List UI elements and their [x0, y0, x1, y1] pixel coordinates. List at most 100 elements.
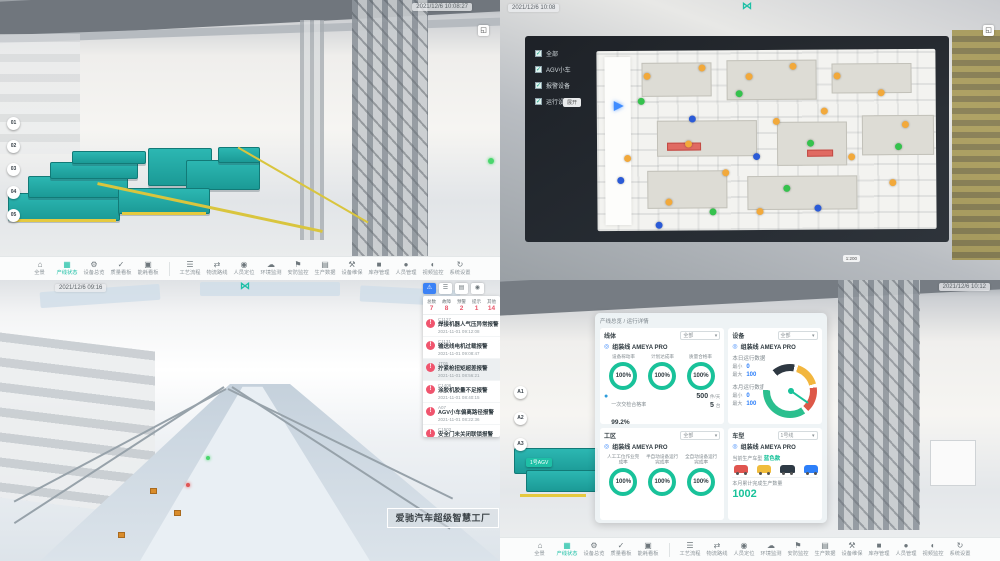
toolbar-item[interactable]: ◉ 人员定位: [731, 541, 758, 558]
checkbox-checked-icon[interactable]: ✓: [535, 82, 542, 89]
device-status-dot[interactable]: [814, 204, 821, 211]
toolbar-item[interactable]: ⚒ 设备维保: [839, 541, 866, 558]
toolbar-item-label: 产线状态: [557, 551, 578, 557]
toolbar-item[interactable]: ▣ 能耗看板: [635, 541, 662, 558]
floor-plan[interactable]: [596, 49, 936, 231]
toolbar-item[interactable]: ↻ 系统设置: [947, 541, 974, 558]
toolbar-item[interactable]: ● 人员管理: [893, 541, 920, 558]
device-status-dot[interactable]: [655, 222, 662, 229]
toolbar-item[interactable]: ⚒ 设备维保: [339, 260, 366, 277]
alarm-list-item[interactable]: ! C1502 安全门未关闭联锁报警 2021-11-01 07:58:02: [423, 425, 500, 437]
expand-icon[interactable]: ◱: [983, 25, 994, 36]
alarm-tab[interactable]: ☰: [439, 283, 452, 294]
device-status-dot[interactable]: [889, 179, 896, 186]
viewport-3d-hall[interactable]: 2021/12/6 10:08:27 ◱ 0102030405 ⌂ 全景 ▦ 产…: [0, 0, 500, 280]
scene-marker[interactable]: A3: [514, 438, 527, 451]
device-status-dot[interactable]: [821, 107, 828, 114]
device-status-dot[interactable]: [665, 198, 672, 205]
toolbar-item[interactable]: ⚑ 安防监控: [785, 541, 812, 558]
alarm-list-item[interactable]: ! C1131 输送线电机过载报警 2021-11-01 09:08:47: [423, 337, 500, 359]
toolbar-item[interactable]: ↻ 系统设置: [447, 260, 474, 277]
device-status-dot[interactable]: [736, 90, 743, 97]
toolbar-item-icon: ↻: [457, 261, 464, 269]
layer-filter-row[interactable]: ✓ AGV小车: [535, 65, 571, 74]
alarm-list-item[interactable]: ! A07 AGV小车偏离路径报警 2021-11-01 08:22:36: [423, 403, 500, 425]
toolbar-item[interactable]: ☰ 工艺流程: [177, 260, 204, 277]
scene-marker[interactable]: A2: [514, 412, 527, 425]
scene-marker[interactable]: A1: [514, 386, 527, 399]
device-status-dot[interactable]: [895, 143, 902, 150]
toolbar-item[interactable]: ▦ 产线状态: [554, 541, 581, 558]
toolbar-item[interactable]: ☁ 环境监测: [258, 260, 285, 277]
toolbar-item[interactable]: ✓ 质量看板: [608, 541, 635, 558]
alarm-list[interactable]: ! C1127 焊接机器人气压异常报警 2021-11-01 09:12:08 …: [423, 315, 500, 437]
alarm-list-item[interactable]: ! JT05 拧紧枪扭矩超差报警 2021-11-01 08:56:21: [423, 359, 500, 381]
steel-truss: [838, 280, 920, 530]
device-status-dot[interactable]: [688, 115, 695, 122]
toolbar-item[interactable]: ◉ 人员定位: [231, 260, 258, 277]
toolbar-item[interactable]: ⚑ 安防监控: [285, 260, 312, 277]
toolbar-item[interactable]: ⌂ 全景: [527, 541, 554, 558]
area-select-dropdown[interactable]: 全部 ▾: [680, 431, 720, 440]
checkbox-checked-icon[interactable]: ✓: [535, 50, 542, 57]
layer-filter-row[interactable]: ✓ 全部: [535, 49, 571, 58]
device-status-dot[interactable]: [878, 89, 885, 96]
alarm-tab[interactable]: ▤: [455, 283, 468, 294]
scene-marker[interactable]: 04: [7, 186, 20, 199]
datetime-chip: 2021/12/6 10:08: [508, 4, 559, 12]
scene-marker[interactable]: 03: [7, 163, 20, 176]
toolbar-item[interactable]: ■ 库存管理: [866, 541, 893, 558]
alarm-stat: 提示 1: [469, 298, 484, 312]
scene-marker[interactable]: 01: [7, 117, 20, 130]
viewport-map[interactable]: ✓ 全部 ✓ AGV小车 ✓ 报警设备 ✓ 运行设备 展开: [500, 0, 1000, 280]
scene-marker[interactable]: 05: [7, 209, 20, 222]
machine-block: [50, 162, 138, 179]
toolbar-item[interactable]: ■ 库存管理: [366, 260, 393, 277]
toolbar-item[interactable]: ▣ 能耗看板: [135, 260, 162, 277]
scene-marker[interactable]: 02: [7, 140, 20, 153]
toolbar-item[interactable]: ● 人员管理: [393, 260, 420, 277]
toolbar-item[interactable]: ⚙ 设备总览: [581, 541, 608, 558]
toolbar-item[interactable]: ▤ 生产数据: [312, 260, 339, 277]
ceiling-beam: [500, 280, 1000, 317]
layer-filter-row[interactable]: ✓ 报警设备: [535, 81, 571, 90]
model-select-dropdown[interactable]: 1号线 ▾: [778, 431, 818, 440]
machine-block: [72, 151, 146, 164]
toolbar-item[interactable]: ▦ 产线状态: [54, 260, 81, 277]
device-status-dot[interactable]: [753, 153, 760, 160]
alarm-list-item[interactable]: ! C1408 涂胶机胶量不足报警 2021-11-01 08:40:15: [423, 381, 500, 403]
toolbar-item[interactable]: ☰ 工艺流程: [677, 541, 704, 558]
legend-toggle-button[interactable]: 展开: [563, 98, 581, 107]
map-scale-chip[interactable]: 1:200: [843, 255, 860, 262]
floor-map-panel[interactable]: ✓ 全部 ✓ AGV小车 ✓ 报警设备 ✓ 运行设备 展开: [525, 36, 949, 242]
alarm-tab[interactable]: ⚠: [423, 283, 436, 294]
toolbar-item[interactable]: ⇄ 物流路线: [204, 260, 231, 277]
toolbar-item[interactable]: ⇄ 物流路线: [704, 541, 731, 558]
toolbar-item[interactable]: ▤ 生产数据: [812, 541, 839, 558]
expand-icon[interactable]: ◱: [478, 25, 489, 36]
viewport-alarm-view[interactable]: 2021/12/6 09:16 ⋈ ⚠☰▤◉ 总数 7 故障 8 预警 2 提示: [0, 280, 500, 561]
toolbar-item[interactable]: ☁ 环境监测: [758, 541, 785, 558]
toolbar-item[interactable]: ⌂ 全景: [27, 260, 54, 277]
toolbar-item[interactable]: ◐ 视频监控: [420, 260, 447, 277]
viewport-dashboard[interactable]: A1A2A3 1号AGV 2021/12/6 10:12 产线总览 / 运行详情…: [500, 280, 1000, 561]
toolbar-item[interactable]: ⚙ 设备总览: [81, 260, 108, 277]
line-select-dropdown[interactable]: 全部 ▾: [680, 331, 720, 340]
alarm-panel: 总数 7 故障 8 预警 2 提示 1 其他 14: [423, 296, 500, 437]
checkbox-checked-icon[interactable]: ✓: [535, 66, 542, 73]
donut-ring: 100%: [648, 362, 676, 390]
device-status-dot[interactable]: [637, 98, 644, 105]
location-icon: ◎: [732, 344, 737, 350]
toolbar-item[interactable]: ◐ 视频监控: [920, 541, 947, 558]
device-status-dot[interactable]: [790, 62, 797, 69]
alarm-list-item[interactable]: ! C1127 焊接机器人气压异常报警 2021-11-01 09:12:08: [423, 315, 500, 337]
toolbar-item-label: 人员管理: [896, 551, 917, 557]
layer-label: 全部: [546, 49, 558, 58]
toolbar-item[interactable]: ✓ 质量看板: [108, 260, 135, 277]
factory-3d-scene[interactable]: [0, 0, 500, 280]
device-select-dropdown[interactable]: 全部 ▾: [778, 331, 818, 340]
alarm-tab[interactable]: ◉: [471, 283, 484, 294]
model-kpi-card: 车型 1号线 ▾ ◎ 组装线 AMEYA PRO 当前生产车型 蓝色款: [728, 428, 821, 520]
checkbox-checked-icon[interactable]: ✓: [535, 98, 542, 105]
agv-label-chip[interactable]: 1号AGV: [526, 458, 552, 467]
